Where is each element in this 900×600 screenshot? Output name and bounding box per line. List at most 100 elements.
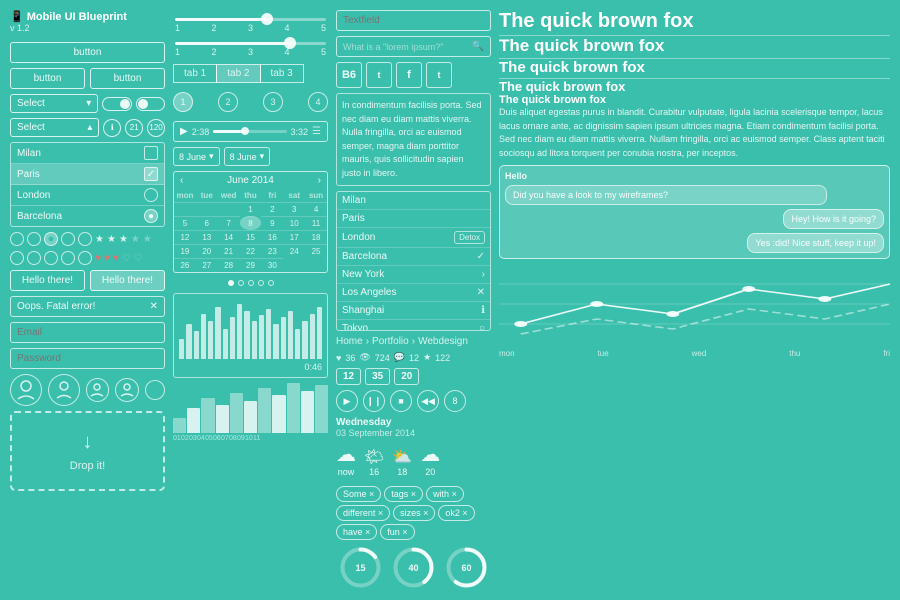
list3-paris[interactable]: Paris <box>337 210 490 228</box>
cal-cell[interactable]: 5 <box>174 216 196 230</box>
cal-cell[interactable]: 18 <box>305 230 327 244</box>
stop-btn[interactable]: ■ <box>390 390 412 412</box>
cal-cell[interactable]: 24 <box>283 244 305 258</box>
search-icon[interactable]: 🔍 <box>472 41 484 52</box>
button-1[interactable]: button <box>10 42 165 63</box>
cal-next-icon[interactable]: › <box>318 175 321 186</box>
check-2[interactable]: ✕ <box>27 251 41 265</box>
cal-cell-today[interactable]: 8 <box>240 216 262 230</box>
radio-2[interactable] <box>27 232 41 246</box>
list-item-paris[interactable]: Paris ✓ <box>11 164 164 185</box>
password-field[interactable] <box>10 348 165 369</box>
tab-1[interactable]: tab 1 <box>173 64 217 83</box>
media-progress[interactable] <box>213 130 286 133</box>
cal-cell[interactable]: 22 <box>240 244 262 258</box>
vol-btn[interactable]: 8 <box>444 390 466 412</box>
cal-cell[interactable]: 25 <box>305 244 327 258</box>
cal-cell[interactable]: 1 <box>240 202 262 216</box>
radio-4[interactable] <box>61 232 75 246</box>
tag-have[interactable]: have × <box>336 524 377 540</box>
radio-london[interactable] <box>144 188 158 202</box>
radio-barcelona[interactable]: ● <box>144 209 158 223</box>
textfield-input[interactable] <box>336 10 491 31</box>
list3-london[interactable]: London Detox <box>337 228 490 248</box>
step-2[interactable]: 2 <box>218 92 238 112</box>
cal-prev-icon[interactable]: ‹ <box>180 175 183 186</box>
hello-button-1[interactable]: Hello there! <box>10 270 85 291</box>
cal-cell[interactable]: 7 <box>218 216 240 230</box>
rewind-btn[interactable]: ◀◀ <box>417 390 439 412</box>
check-1[interactable]: ℹ <box>10 251 24 265</box>
cal-cell[interactable]: 27 <box>196 258 218 272</box>
slider-2-track[interactable] <box>175 42 326 45</box>
list3-tokyo[interactable]: Tokyo ○ <box>337 320 490 331</box>
cal-cell[interactable]: 16 <box>261 230 283 244</box>
cal-cell[interactable]: 12 <box>174 230 196 244</box>
step-4[interactable]: 4 <box>308 92 328 112</box>
social-btn-twitter[interactable]: t <box>366 62 392 88</box>
tag-fun[interactable]: fun × <box>380 524 414 540</box>
cal-cell[interactable]: 21 <box>218 244 240 258</box>
list-icon[interactable]: ☰ <box>312 126 321 137</box>
cal-cell[interactable]: 28 <box>218 258 240 272</box>
select-2[interactable]: Select ▴ <box>10 118 99 137</box>
close-icon[interactable]: ✕ <box>150 301 158 312</box>
pause-btn[interactable]: ❙❙ <box>363 390 385 412</box>
social-btn-facebook[interactable]: f <box>396 62 422 88</box>
tag-tags[interactable]: tags × <box>384 486 423 502</box>
social-btn-b6[interactable]: B6 <box>336 62 362 88</box>
cal-cell[interactable]: 15 <box>240 230 262 244</box>
list3-newyork[interactable]: New York › <box>337 266 490 284</box>
cal-cell[interactable]: 4 <box>305 202 327 216</box>
tag-with[interactable]: with × <box>426 486 464 502</box>
step-3[interactable]: 3 <box>263 92 283 112</box>
cal-cell[interactable]: 6 <box>196 216 218 230</box>
cal-cell[interactable]: 20 <box>196 244 218 258</box>
cal-cell[interactable]: 30 <box>261 258 283 272</box>
cal-cell[interactable]: 13 <box>196 230 218 244</box>
button-3[interactable]: button <box>90 68 165 89</box>
email-field[interactable] <box>10 322 165 343</box>
cal-cell[interactable] <box>218 202 240 216</box>
slider-1-track[interactable] <box>175 18 326 21</box>
toggle-off[interactable] <box>136 97 165 111</box>
radio-1[interactable] <box>10 232 24 246</box>
check-3[interactable]: ✓ <box>44 251 58 265</box>
select-1[interactable]: Select ▾ <box>10 94 98 113</box>
checkbox-paris[interactable]: ✓ <box>144 167 158 181</box>
tag-ok2[interactable]: ok2 × <box>438 505 474 521</box>
tag-different[interactable]: different × <box>336 505 390 521</box>
date-picker-2[interactable]: 8 June ▾ <box>224 147 271 166</box>
list3-shanghai[interactable]: Shanghai ℹ <box>337 302 490 320</box>
list-item-milan[interactable]: Milan <box>11 143 164 164</box>
cal-cell[interactable]: 9 <box>261 216 283 230</box>
cal-cell[interactable]: 14 <box>218 230 240 244</box>
date-picker-1[interactable]: 8 June ▾ <box>173 147 220 166</box>
tag-sizes[interactable]: sizes × <box>393 505 435 521</box>
detox-button[interactable]: Detox <box>454 231 485 244</box>
cal-cell[interactable]: 29 <box>240 258 262 272</box>
tag-some[interactable]: Some × <box>336 486 381 502</box>
cal-cell[interactable]: 2 <box>261 202 283 216</box>
cal-cell[interactable]: 23 <box>261 244 283 258</box>
social-btn-tumblr[interactable]: t <box>426 62 452 88</box>
cal-cell[interactable]: 19 <box>174 244 196 258</box>
cal-cell[interactable]: 10 <box>283 216 305 230</box>
cal-cell[interactable]: 26 <box>174 258 196 272</box>
cal-cell[interactable] <box>174 202 196 216</box>
cal-cell[interactable]: 3 <box>283 202 305 216</box>
list3-milan[interactable]: Milan <box>337 192 490 210</box>
list3-la[interactable]: Los Angeles ✕ <box>337 284 490 302</box>
drop-zone[interactable]: ↓ Drop it! <box>10 411 165 491</box>
list-item-london[interactable]: London <box>11 185 164 206</box>
check-4[interactable]: ⊕ <box>61 251 75 265</box>
cal-cell[interactable] <box>196 202 218 216</box>
add-avatar-icon[interactable]: + <box>145 380 165 400</box>
check-5[interactable] <box>78 251 92 265</box>
tab-2[interactable]: tab 2 <box>216 64 260 83</box>
toggle-on[interactable] <box>102 97 131 111</box>
tab-3[interactable]: tab 3 <box>260 64 304 83</box>
search-box[interactable]: What is a "lorem ipsum?" 🔍 <box>336 36 491 57</box>
radio-5[interactable] <box>78 232 92 246</box>
step-1[interactable]: 1 <box>173 92 193 112</box>
